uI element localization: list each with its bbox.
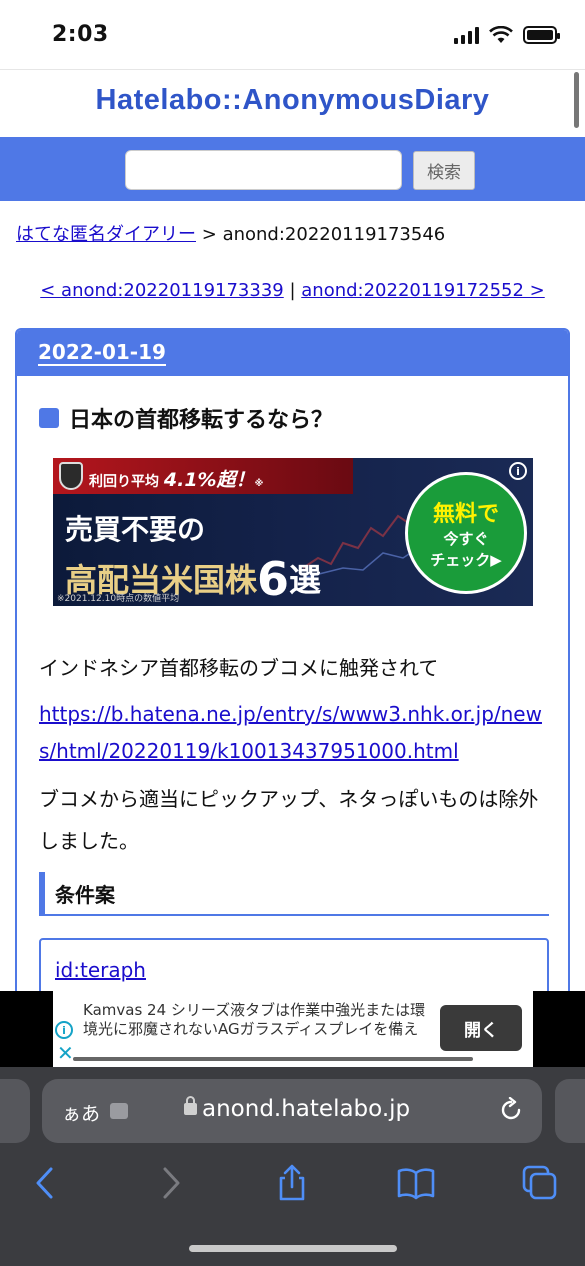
browser-toolbar: ぁあ anond.hatelabo.jp <box>0 1067 585 1266</box>
search-input[interactable] <box>125 150 402 190</box>
day-header: 2022-01-19 <box>17 330 568 376</box>
url-host: anond.hatelabo.jp <box>202 1096 411 1122</box>
comment-user-link[interactable]: id:teraph <box>55 958 146 982</box>
page-settings-button[interactable]: ぁあ <box>62 1099 100 1126</box>
breadcrumb: はてな匿名ダイアリー > anond:20220119173546 <box>16 220 445 246</box>
bottom-ad-text: Kamvas 24 シリーズ液タブは作業中強光または環境光に邪魔されないAGガラ… <box>83 1001 426 1038</box>
day-date-link[interactable]: 2022-01-19 <box>38 340 166 366</box>
next-entry-link[interactable]: anond:20220119172552 > <box>301 280 544 301</box>
ad-line2-big: 6 <box>257 552 290 606</box>
status-time: 2:03 <box>52 22 109 47</box>
ad-banner-image[interactable]: 利回り平均 4.1%超！※ i 売買不要の 高配当米国株6選 ※2021.12.… <box>53 458 533 606</box>
back-icon[interactable] <box>26 1163 66 1203</box>
ad-choices-info-icon[interactable]: i <box>55 1021 73 1039</box>
entry-news-link[interactable]: https://b.hatena.ne.jp/entry/s/www3.nhk.… <box>39 696 549 770</box>
breadcrumb-home-link[interactable]: はてな匿名ダイアリー <box>16 224 196 245</box>
ad-close-icon[interactable]: ✕ <box>57 1041 74 1065</box>
breadcrumb-current: anond:20220119173546 <box>222 224 446 245</box>
ad-progress-bar <box>73 1057 473 1061</box>
breadcrumb-separator: > <box>201 224 217 245</box>
next-tab-preview[interactable] <box>555 1079 585 1143</box>
entry-paragraph-1: インドネシア首都移転のブコメに触発されて <box>39 656 439 680</box>
search-bar: 検索 <box>0 137 585 201</box>
entry-title-text: 日本の首都移転するなら？ <box>69 408 334 433</box>
cellular-signal-icon <box>454 26 479 44</box>
browser-nav-row <box>0 1163 585 1203</box>
ad-top-value: 4.1%超！ <box>163 469 255 491</box>
pager-separator: | <box>283 280 302 301</box>
battery-icon <box>523 26 560 44</box>
shield-logo-icon <box>59 462 83 490</box>
scroll-indicator <box>574 72 579 128</box>
entry-square-icon <box>39 408 59 428</box>
entry-pager: < anond:20220119173339 | anond:202201191… <box>0 280 585 301</box>
lock-icon <box>184 1096 197 1115</box>
share-icon[interactable] <box>272 1163 312 1203</box>
status-bar: 2:03 <box>0 0 585 70</box>
tabs-icon[interactable] <box>520 1163 560 1203</box>
extension-icon[interactable] <box>110 1103 128 1119</box>
ad-line2-suffix: 選 <box>289 561 322 599</box>
ad-cta-line3: チェック▶ <box>430 551 502 569</box>
ad-top-text: 利回り平均 4.1%超！※ <box>89 465 263 492</box>
ad-info-icon[interactable]: i <box>509 462 527 480</box>
address-bar[interactable]: ぁあ anond.hatelabo.jp <box>42 1079 542 1143</box>
ad-note: ※2021.12.10時点の数値平均 <box>57 594 180 604</box>
ad-cta-circle[interactable]: 無料で 今すぐ チェック▶ <box>405 472 527 594</box>
ad-open-button[interactable]: 開く <box>440 1005 522 1051</box>
entry-title[interactable]: 日本の首都移転するなら？ <box>39 402 333 434</box>
ad-cta-line1: 無料で <box>432 502 499 527</box>
wifi-icon <box>489 26 513 43</box>
day-section: 2022-01-19 日本の首都移転するなら？ 利回り平均 4.1%超！※ i … <box>15 328 570 1028</box>
ad-top-mark: ※ <box>254 479 264 489</box>
previous-tab-preview[interactable] <box>0 1079 30 1143</box>
status-icons <box>454 26 560 44</box>
bookmarks-icon[interactable] <box>396 1163 436 1203</box>
bottom-ad-content[interactable]: i ✕ Kamvas 24 シリーズ液タブは作業中強光または環境光に邪魔されない… <box>53 991 533 1067</box>
ad-line1: 売買不要の <box>65 513 206 546</box>
prev-entry-link[interactable]: < anond:20220119173339 <box>40 280 283 301</box>
forward-icon[interactable] <box>150 1163 190 1203</box>
ad-top-prefix: 利回り平均 <box>89 474 159 490</box>
home-indicator[interactable] <box>189 1245 397 1252</box>
section-heading: 条件案 <box>39 872 549 916</box>
search-button[interactable]: 検索 <box>413 151 475 190</box>
entry-paragraph-2: ブコメから適当にピックアップ、ネタっぽいものは除外しました。 <box>39 787 539 853</box>
reload-icon[interactable] <box>498 1097 524 1123</box>
site-title[interactable]: Hatelabo::AnonymousDiary <box>0 84 585 117</box>
bottom-ad-banner: i ✕ Kamvas 24 シリーズ液タブは作業中強光または環境光に邪魔されない… <box>0 991 585 1067</box>
ad-cta-line2: 今すぐ <box>443 530 489 548</box>
